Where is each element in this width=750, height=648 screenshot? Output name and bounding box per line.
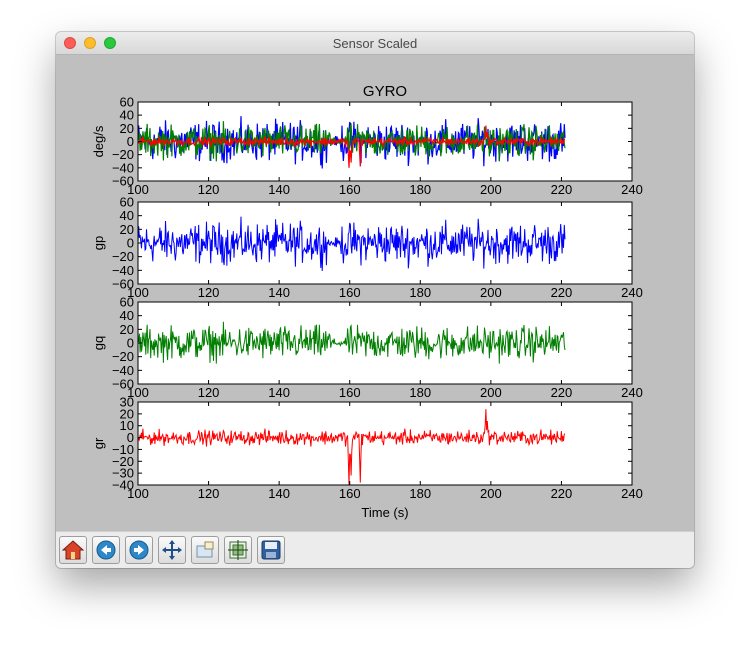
x-tick-label: 240: [621, 285, 643, 300]
subplots-config-icon: [228, 540, 248, 560]
x-tick-label: 160: [339, 182, 361, 197]
back-arrow-icon: [96, 540, 116, 560]
x-tick-label: 160: [339, 385, 361, 400]
x-tick-label: 120: [198, 285, 220, 300]
x-tick-label: 140: [268, 385, 290, 400]
save-disk-icon: [261, 540, 281, 560]
y-tick-label: −60: [112, 174, 134, 189]
x-tick-label: 240: [621, 182, 643, 197]
y-tick-label: −40: [112, 478, 134, 493]
x-tick-label: 180: [409, 385, 431, 400]
axes-1: 100 120 140 160 180 200 220 2406040200−20−40−60…: [91, 95, 643, 198]
x-tick-label: 160: [339, 285, 361, 300]
x-tick-label: 220: [551, 285, 573, 300]
home-icon: [62, 540, 84, 560]
x-tick-label: 120: [198, 182, 220, 197]
x-axis-label: Time (s): [361, 505, 408, 520]
axes-3: 100 120 140 160 180 200 220 2406040200−20−40−60…: [91, 295, 643, 401]
axes-4: 100 120 140 160 180 200 220 2403020100−10−20−30…: [91, 395, 643, 502]
window-title: Sensor Scaled: [332, 36, 418, 51]
axes-background: [138, 402, 632, 485]
x-tick-label: 120: [198, 486, 220, 501]
forward-button[interactable]: [125, 536, 153, 564]
x-tick-label: 200: [480, 285, 502, 300]
zoom-rect-icon: [196, 541, 214, 558]
y-axis-label: gq: [91, 336, 106, 350]
x-tick-label: 140: [268, 182, 290, 197]
x-tick-label: 240: [621, 385, 643, 400]
save-button[interactable]: [257, 536, 285, 564]
pan-arrows-icon: [162, 540, 182, 560]
gyro-figure: GYRO100 120 140 160 180 200 220 2406040200−20−4…: [91, 83, 643, 520]
y-axis-label: deg/s: [91, 125, 106, 157]
y-tick-label: −60: [112, 277, 134, 292]
x-tick-label: 200: [480, 486, 502, 501]
pan-button[interactable]: [158, 536, 186, 564]
navigation-toolbar: [56, 531, 694, 568]
home-button[interactable]: [59, 536, 87, 564]
app-window: Sensor Scaled GYRO 100 120 140 160 180 200 220 2…: [56, 32, 694, 568]
zoom-button[interactable]: [191, 536, 219, 564]
forward-arrow-icon: [129, 540, 149, 560]
x-tick-label: 240: [621, 486, 643, 501]
x-tick-label: 160: [339, 486, 361, 501]
x-tick-label: 140: [268, 486, 290, 501]
x-tick-label: 220: [551, 385, 573, 400]
y-axis-label: gr: [91, 437, 106, 449]
x-tick-label: 200: [480, 182, 502, 197]
title-bar[interactable]: Sensor Scaled: [56, 32, 694, 55]
x-tick-label: 180: [409, 486, 431, 501]
axes-2: 100 120 140 160 180 200 220 2406040200−20−40−60…: [91, 195, 643, 301]
figure-canvas[interactable]: GYRO 100 120 140 160 180 200 220 240 60 40 20 0 −20 −4…: [56, 55, 694, 531]
y-tick-label: −60: [112, 377, 134, 392]
back-button[interactable]: [92, 536, 120, 564]
x-tick-label: 140: [268, 285, 290, 300]
x-tick-label: 180: [409, 285, 431, 300]
x-tick-label: 120: [198, 385, 220, 400]
x-tick-label: 200: [480, 385, 502, 400]
subplots-button[interactable]: [224, 536, 252, 564]
x-tick-label: 180: [409, 182, 431, 197]
x-tick-label: 220: [551, 182, 573, 197]
y-axis-label: gp: [91, 236, 106, 250]
x-tick-label: 220: [551, 486, 573, 501]
figure-title: GYRO: [363, 83, 407, 100]
